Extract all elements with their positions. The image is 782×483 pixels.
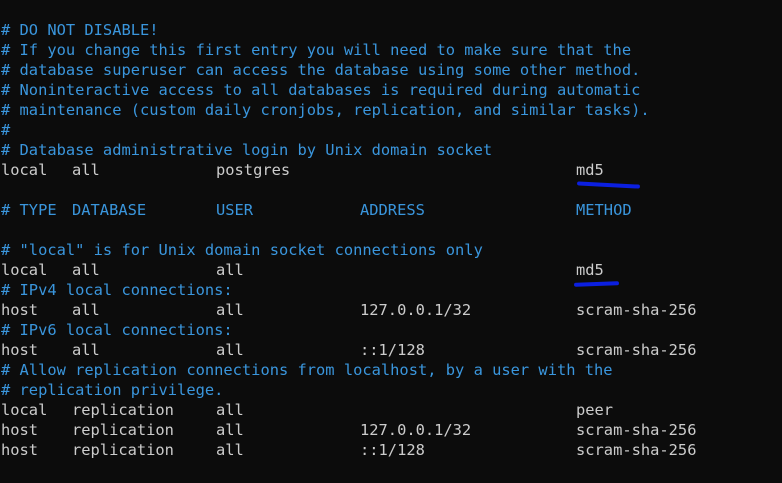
comment-line: # IPv4 local connections:: [1, 281, 233, 299]
comment-line: # DO NOT DISABLE!: [1, 21, 159, 39]
record-method: scram-sha-256: [576, 421, 697, 439]
record-method: md5: [576, 261, 604, 279]
comment-line: # "local" is for Unix domain socket conn…: [1, 241, 483, 259]
record-type: host: [1, 441, 39, 459]
header-user: USER: [216, 201, 254, 219]
record-user: all: [216, 421, 244, 439]
record-database: all: [72, 261, 100, 279]
hba-record: local all all md5: [1, 260, 604, 280]
record-user: all: [216, 401, 244, 419]
comment-line: # If you change this first entry you wil…: [1, 41, 632, 59]
comment-line: # Noninteractive access to all databases…: [1, 81, 641, 99]
record-database: all: [72, 341, 100, 359]
record-database: replication: [72, 401, 174, 419]
record-type: local: [1, 161, 48, 179]
comment-line: # Database administrative login by Unix …: [1, 141, 493, 159]
record-user: all: [216, 441, 244, 459]
record-type: local: [1, 401, 48, 419]
record-method: md5: [576, 161, 604, 179]
record-database: all: [72, 301, 100, 319]
terminal-window[interactable]: # DO NOT DISABLE! # If you change this f…: [0, 0, 782, 483]
hba-record: host replication all 127.0.0.1/32 scram-…: [1, 420, 696, 440]
record-method: scram-sha-256: [576, 441, 697, 459]
annotation-underline: [573, 281, 620, 287]
record-type: local: [1, 261, 48, 279]
record-type: host: [1, 421, 39, 439]
annotation-underline: [576, 181, 641, 189]
comment-line: # database superuser can access the data…: [1, 61, 641, 79]
hba-record: local replication all peer: [1, 400, 613, 420]
record-method: peer: [576, 401, 614, 419]
hba-record: host replication all ::1/128 scram-sha-2…: [1, 440, 696, 460]
record-database: replication: [72, 441, 174, 459]
record-user: all: [216, 301, 244, 319]
record-address: 127.0.0.1/32: [360, 421, 472, 439]
record-database: replication: [72, 421, 174, 439]
header-database: DATABASE: [72, 201, 147, 219]
record-method: scram-sha-256: [576, 341, 697, 359]
record-type: host: [1, 341, 39, 359]
record-user: all: [216, 261, 244, 279]
record-user: postgres: [216, 161, 291, 179]
column-header-line: # TYPE DATABASE USER ADDRESS METHOD: [1, 200, 632, 220]
header-address: ADDRESS: [360, 201, 425, 219]
comment-line: # Allow replication connections from loc…: [1, 361, 613, 379]
record-method: scram-sha-256: [576, 301, 697, 319]
hba-record: local all postgres md5: [1, 160, 604, 180]
header-method: METHOD: [576, 201, 632, 219]
header-type: # TYPE: [1, 201, 57, 219]
comment-line: # IPv6 local connections:: [1, 321, 233, 339]
record-type: host: [1, 301, 39, 319]
record-database: all: [72, 161, 100, 179]
comment-line: # maintenance (custom daily cronjobs, re…: [1, 101, 650, 119]
comment-line: #: [1, 121, 11, 139]
comment-line: # replication privilege.: [1, 381, 224, 399]
hba-record: host all all 127.0.0.1/32 scram-sha-256: [1, 300, 696, 320]
hba-record: host all all ::1/128 scram-sha-256: [1, 340, 696, 360]
record-address: 127.0.0.1/32: [360, 301, 472, 319]
record-user: all: [216, 341, 244, 359]
record-address: ::1/128: [360, 441, 425, 459]
record-address: ::1/128: [360, 341, 425, 359]
